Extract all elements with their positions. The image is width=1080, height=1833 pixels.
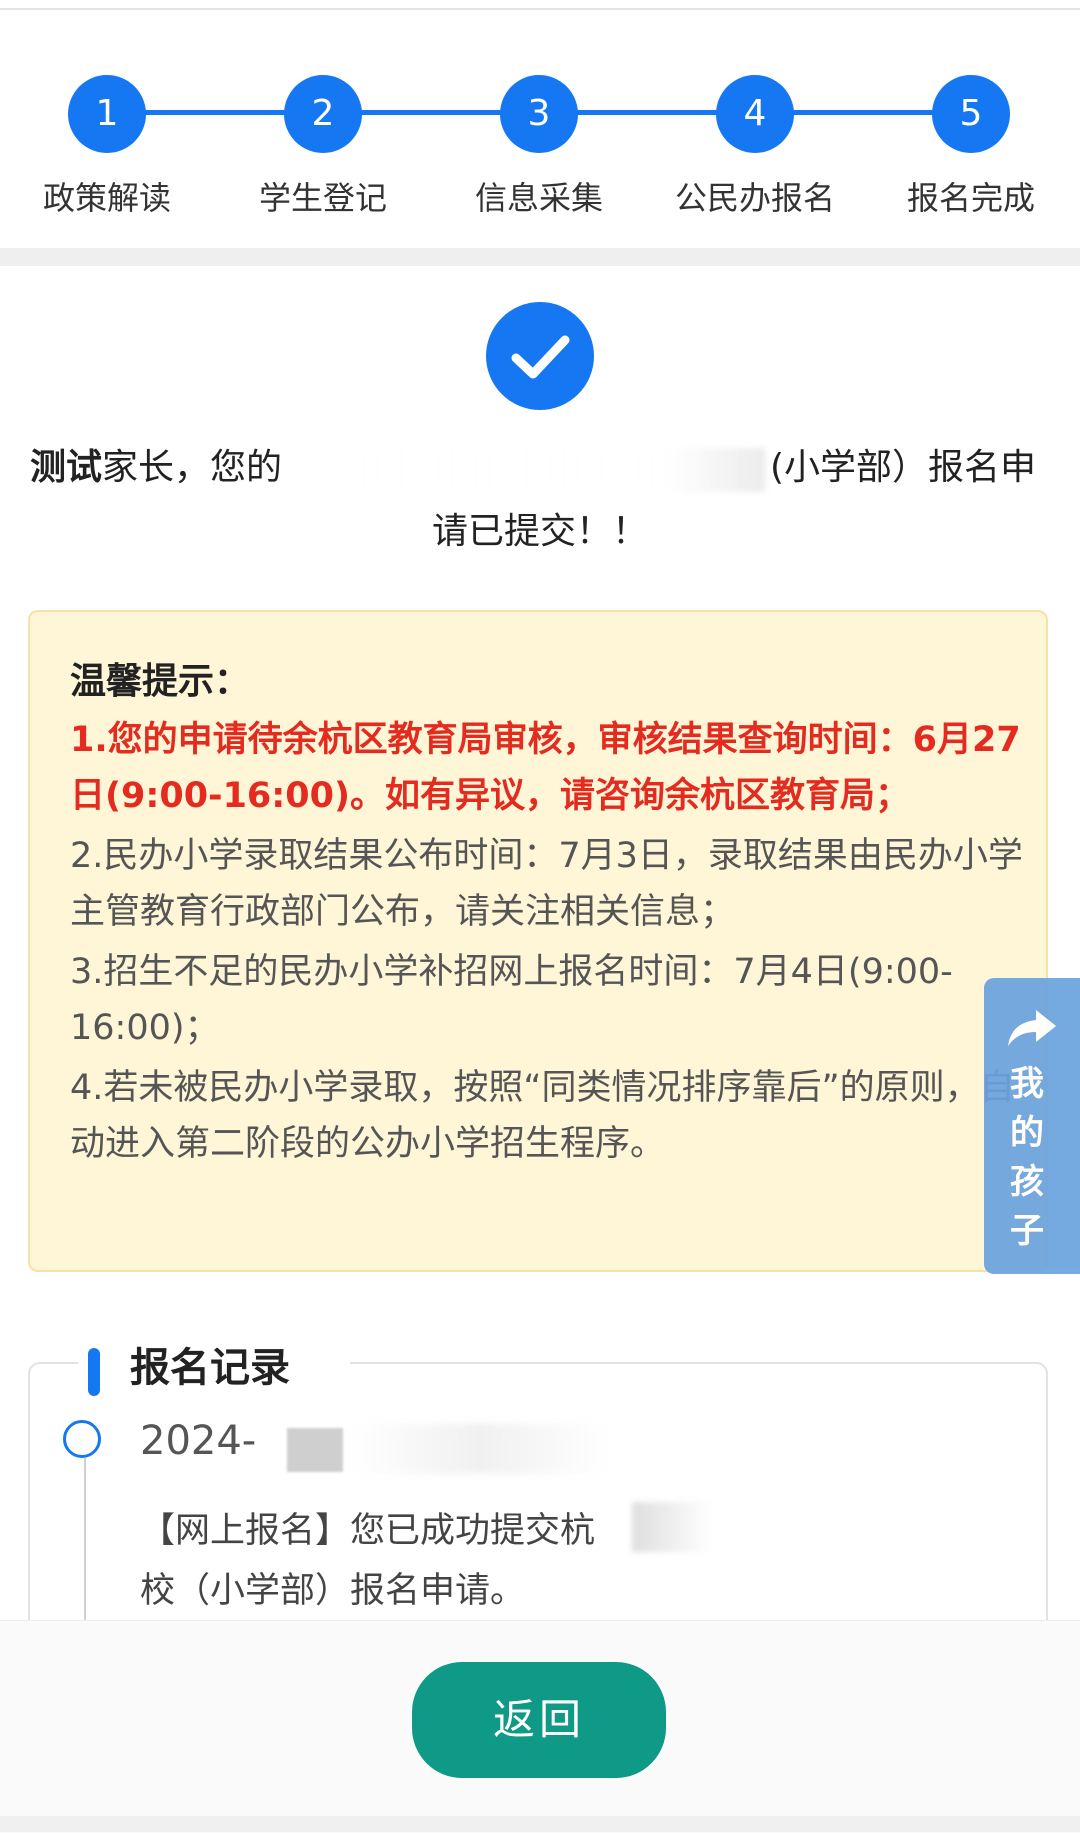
step-5: 5 报名完成 [891,75,1051,219]
record-date: 2024- [140,1418,257,1464]
records-title-bar [88,1348,100,1396]
bottom-strip [0,1816,1080,1832]
progress-stepper: 1 政策解读 2 学生登记 3 信息采集 4 公民办报名 5 报名完成 [0,60,1080,220]
step-4: 4 公民办报名 [675,75,835,219]
parent-name: 测试 [30,447,103,488]
back-button[interactable]: 返回 [412,1662,666,1778]
success-message-line2: 请已提交！！ [431,511,648,552]
redacted-record-school [632,1502,832,1552]
tips-title: 温馨提示： [70,661,251,702]
timeline-line [84,1458,86,1638]
redacted-school-name [285,448,765,492]
record-text-line2: 校（小学部）报名申请。 [140,1571,526,1611]
record-text-line1: 【网上报名】您已成功提交杭 [140,1511,596,1551]
step-number-3: 3 [500,75,578,153]
step-1: 1 政策解读 [27,75,187,219]
step-label-1: 政策解读 [42,179,171,217]
step-label-5: 报名完成 [906,179,1035,217]
step-label-3: 信息采集 [474,179,603,217]
step-number-5: 5 [932,75,1010,153]
tip-item-1: 1.您的申请待余杭区教育局审核，审核结果查询时间：6月27日(9:00-16:0… [70,720,1021,816]
share-arrow-icon [1008,1010,1056,1046]
step-label-2: 学生登记 [258,179,387,217]
success-message-prefix: 家长，您的 [102,447,283,488]
records-header: 报名记录 [78,1340,350,1396]
check-circle-icon [486,302,594,410]
tip-item-3: 3.招生不足的民办小学补招网上报名时间：7月4日(9:00-16:00)； [70,952,953,1048]
step-3: 3 信息采集 [459,75,619,219]
step-number-1: 1 [68,75,146,153]
tips-box: 温馨提示： 1.您的申请待余杭区教育局审核，审核结果查询时间：6月27日(9:0… [28,610,1048,1272]
my-child-label: 我 的 孩 子 [1010,1064,1044,1251]
step-label-4: 公民办报名 [675,179,836,217]
redacted-date-rest [350,1424,610,1474]
my-child-side-tab[interactable]: 我 的 孩 子 [984,978,1080,1274]
tip-item-2: 2.民办小学录取结果公布时间：7月3日，录取结果由民办小学主管教育行政部门公布，… [70,836,1023,932]
tips-list: 1.您的申请待余杭区教育局审核，审核结果查询时间：6月27日(9:00-16:0… [70,712,1025,1176]
section-divider-band [0,248,1080,266]
timeline-dot-icon [63,1420,101,1458]
top-divider [0,8,1080,10]
step-number-4: 4 [716,75,794,153]
records-title: 报名记录 [130,1345,290,1391]
redacted-date-part [287,1428,343,1472]
step-number-2: 2 [284,75,362,153]
tip-item-4: 4.若未被民办小学录取，按照“同类情况排序靠后”的原则，自动进入第二阶段的公办小… [70,1068,1015,1164]
success-message-suffix: (小学部）报名申 [770,447,1037,488]
step-2: 2 学生登记 [243,75,403,219]
